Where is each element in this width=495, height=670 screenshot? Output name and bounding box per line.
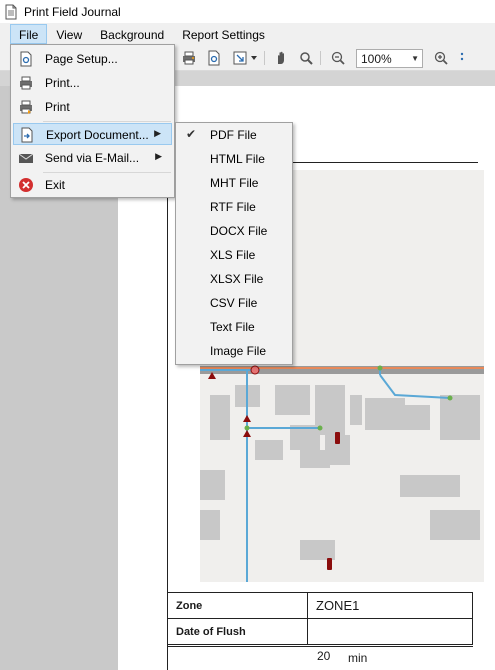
- menu-item-label: XLS File: [210, 248, 256, 262]
- table-row-partial: 20 min: [167, 646, 473, 670]
- menu-item-label: Print: [45, 100, 70, 114]
- export-mht[interactable]: MHT File: [178, 171, 290, 195]
- menu-item-label: Page Setup...: [45, 52, 118, 66]
- exit-icon: [19, 178, 33, 192]
- row-label: Date of Flush: [167, 618, 308, 645]
- menu-item-label: Text File: [210, 320, 255, 334]
- printer-icon: [20, 76, 32, 90]
- report-table: Zone ZONE1 Date of Flush: [167, 592, 473, 645]
- fit-page-dropdown[interactable]: [249, 49, 259, 67]
- export-icon: [21, 127, 33, 143]
- submenu-arrow-icon: ▶: [154, 128, 161, 138]
- menu-bar: File View Background Report Settings: [0, 23, 495, 45]
- hand-tool-button[interactable]: [272, 49, 290, 67]
- menu-item-exit[interactable]: Exit: [13, 174, 172, 196]
- zoom-in-icon: [434, 51, 448, 65]
- caret-down-icon: [251, 56, 257, 60]
- quick-print-icon: [20, 100, 32, 114]
- export-rtf[interactable]: RTF File: [178, 195, 290, 219]
- menu-item-label: MHT File: [210, 176, 259, 190]
- menu-item-print-dialog[interactable]: Print...: [13, 72, 172, 94]
- toolbar-separator: [320, 51, 321, 65]
- menu-separator: [43, 172, 171, 173]
- print-icon: [183, 51, 195, 65]
- menu-item-label: Exit: [45, 178, 66, 192]
- zoom-value: 100%: [361, 51, 392, 66]
- row-value: [307, 618, 473, 645]
- page-setup-icon: [20, 51, 32, 67]
- menu-separator: [43, 121, 171, 122]
- menu-item-label: XLSX File: [210, 272, 264, 286]
- menu-item-label: Send via E-Mail...: [45, 151, 140, 165]
- export-docx[interactable]: DOCX File: [178, 219, 290, 243]
- mail-icon: [18, 153, 34, 163]
- zoom-out-button[interactable]: [329, 49, 347, 67]
- document-icon: [5, 4, 17, 19]
- menu-item-label: Image File: [210, 344, 267, 358]
- menu-item-label: CSV File: [210, 296, 258, 310]
- print-toolbar-button[interactable]: [180, 49, 198, 67]
- page-magnify-icon: [208, 50, 220, 66]
- table-row: Zone ZONE1: [167, 592, 473, 619]
- export-image[interactable]: Image File: [178, 339, 290, 363]
- zoom-out-icon: [331, 51, 345, 65]
- export-xlsx[interactable]: XLSX File: [178, 267, 290, 291]
- export-csv[interactable]: CSV File: [178, 291, 290, 315]
- export-text[interactable]: Text File: [178, 315, 290, 339]
- more-icon: [460, 52, 464, 61]
- export-pdf[interactable]: ✔ PDF File: [178, 123, 290, 147]
- zoom-dropdown-icon[interactable]: ▼: [411, 54, 419, 63]
- title-bar: Print Field Journal: [0, 0, 495, 23]
- export-submenu: ✔ PDF File HTML File MHT File RTF File D…: [175, 122, 293, 365]
- table-row: Date of Flush: [167, 618, 473, 645]
- hand-icon: [278, 51, 284, 64]
- magnifier-icon: [300, 52, 313, 65]
- check-icon: ✔: [186, 127, 197, 141]
- menu-item-label: Print...: [45, 76, 80, 90]
- export-xls[interactable]: XLS File: [178, 243, 290, 267]
- preview-toolbar-button[interactable]: [205, 49, 223, 67]
- menu-item-label: PDF File: [210, 128, 257, 142]
- submenu-arrow-icon: ▶: [155, 151, 162, 161]
- menu-item-send-email[interactable]: Send via E-Mail... ▶: [13, 147, 172, 169]
- menu-item-page-setup[interactable]: Page Setup...: [13, 48, 172, 70]
- zoom-combo[interactable]: 100% ▼: [356, 49, 423, 68]
- zoom-in-button[interactable]: [432, 49, 450, 67]
- export-html[interactable]: HTML File: [178, 147, 290, 171]
- menu-item-export-document[interactable]: Export Document... ▶: [13, 123, 172, 145]
- menu-item-label: RTF File: [210, 200, 256, 214]
- menu-item-label: DOCX File: [210, 224, 268, 238]
- row-label: Zone: [167, 592, 308, 619]
- menu-item-label: HTML File: [210, 152, 265, 166]
- window-title: Print Field Journal: [24, 4, 121, 19]
- magnifier-tool-button[interactable]: [297, 49, 315, 67]
- menu-item-quick-print[interactable]: Print: [13, 96, 172, 118]
- duration-value: 20: [317, 649, 331, 663]
- menu-view[interactable]: View: [47, 24, 91, 44]
- toolbar-overflow-grip[interactable]: [458, 49, 466, 67]
- row-value: ZONE1: [307, 592, 473, 619]
- file-menu: Page Setup... Print... Print Export Docu…: [10, 44, 175, 198]
- duration-unit: min: [348, 651, 368, 665]
- toolbar-separator: [264, 51, 265, 65]
- menu-background[interactable]: Background: [91, 24, 173, 44]
- fit-page-toolbar-button[interactable]: [231, 49, 249, 67]
- menu-report-settings[interactable]: Report Settings: [173, 24, 274, 44]
- menu-item-label: Export Document...: [46, 128, 149, 142]
- fit-page-icon: [233, 51, 247, 65]
- menu-file[interactable]: File: [10, 24, 48, 44]
